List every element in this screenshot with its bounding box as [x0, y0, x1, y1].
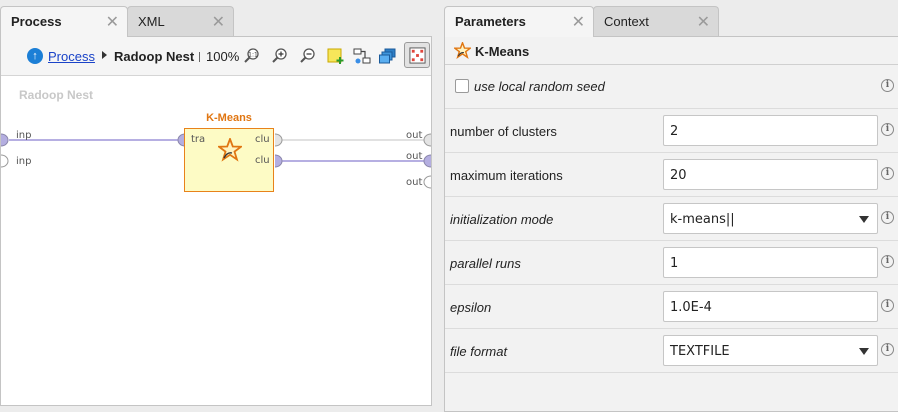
info-icon[interactable]: i: [881, 255, 894, 268]
select-value: TEXTFILE: [670, 344, 730, 359]
param-row-epsilon: epsilon 1.0E-4 i: [445, 285, 898, 329]
process-view: ↑ Process Radoop Nest 100% 1:1 Radoop Ne…: [0, 36, 432, 406]
port-label: out: [406, 130, 423, 141]
output-port[interactable]: [423, 175, 431, 189]
parallel-runs-input[interactable]: 1: [663, 247, 878, 278]
param-label: initialization mode: [450, 212, 554, 227]
info-icon[interactable]: i: [881, 343, 894, 356]
port-label: out: [406, 177, 423, 188]
output-port[interactable]: [423, 133, 431, 147]
tab-xml[interactable]: XML ✕: [127, 6, 234, 36]
add-note-icon[interactable]: [327, 47, 345, 65]
kmeans-star-icon: [454, 42, 471, 59]
connection-layer: [1, 133, 431, 189]
zoom-fit-icon[interactable]: 1:1: [243, 47, 261, 65]
parameters-tabbar: Parameters ✕ Context ✕: [444, 6, 719, 37]
dropdown-arrow-icon: [859, 348, 869, 355]
close-icon[interactable]: ✕: [106, 12, 119, 32]
info-icon[interactable]: i: [881, 299, 894, 312]
port-label: tra: [191, 134, 206, 145]
tab-parameters-label: Parameters: [455, 14, 526, 29]
toolbar-divider: [199, 52, 200, 62]
dropdown-arrow-icon: [859, 216, 869, 223]
port-label: out: [406, 151, 423, 162]
tab-process[interactable]: Process ✕: [0, 6, 128, 37]
maximum-iterations-input[interactable]: 20: [663, 159, 878, 190]
svg-text:1:1: 1:1: [248, 52, 258, 59]
arrange-button[interactable]: [404, 42, 430, 68]
param-row-maximum-iterations: maximum iterations 20 i: [445, 153, 898, 197]
param-row-file-format: file format TEXTFILE i: [445, 329, 898, 373]
close-icon[interactable]: ✕: [572, 12, 585, 32]
info-icon[interactable]: i: [881, 211, 894, 224]
use-local-random-seed-checkbox[interactable]: [455, 79, 469, 93]
param-label: file format: [450, 344, 508, 359]
info-icon[interactable]: i: [881, 167, 894, 180]
epsilon-input[interactable]: 1.0E-4: [663, 291, 878, 322]
parameters-panel: Parameters ✕ Context ✕ K-Means use local…: [444, 6, 898, 412]
param-row-random-seed: use local random seed i: [445, 65, 898, 109]
info-icon[interactable]: i: [881, 123, 894, 136]
initialization-mode-select[interactable]: k-means||: [663, 203, 878, 234]
operator-output-port[interactable]: [274, 154, 283, 168]
port-label: clu: [255, 134, 270, 145]
parameters-body: K-Means use local random seed i number o…: [444, 36, 898, 412]
output-port[interactable]: [423, 154, 431, 168]
port-label: inp: [16, 156, 32, 167]
zoom-level: 100%: [206, 49, 240, 64]
operator-output-port[interactable]: [274, 133, 283, 147]
tab-xml-label: XML: [138, 14, 165, 29]
process-toolbar: ↑ Process Radoop Nest 100% 1:1: [1, 37, 431, 75]
param-label: parallel runs: [450, 256, 521, 271]
operator-name: K-Means: [475, 44, 530, 59]
tab-context-label: Context: [604, 14, 649, 29]
operator-header: K-Means: [445, 37, 898, 65]
param-row-number-of-clusters: number of clusters 2 i: [445, 109, 898, 153]
close-icon[interactable]: ✕: [697, 12, 710, 32]
kmeans-star-icon: [218, 138, 242, 162]
operator-title: K-Means: [206, 112, 252, 124]
tab-process-label: Process: [11, 14, 62, 29]
process-canvas[interactable]: Radoop Nest inp inp out out out: [1, 75, 431, 405]
number-of-clusters-input[interactable]: 2: [663, 115, 878, 146]
info-icon[interactable]: i: [881, 79, 894, 92]
input-port[interactable]: [1, 154, 9, 168]
param-label: use local random seed: [474, 79, 605, 94]
param-label: epsilon: [450, 300, 492, 315]
tab-parameters[interactable]: Parameters ✕: [444, 6, 594, 37]
breadcrumb-separator-icon: [102, 51, 107, 59]
arrange-icon: [409, 47, 426, 64]
auto-wire-icon[interactable]: [353, 47, 371, 65]
close-icon[interactable]: ✕: [212, 12, 225, 32]
tab-context[interactable]: Context ✕: [593, 6, 719, 36]
port-label: inp: [16, 130, 32, 141]
param-row-parallel-runs: parallel runs 1 i: [445, 241, 898, 285]
breadcrumb-current: Radoop Nest: [114, 49, 195, 64]
param-row-initialization-mode: initialization mode k-means|| i: [445, 197, 898, 241]
zoom-out-icon[interactable]: [299, 47, 317, 65]
param-label: number of clusters: [450, 124, 557, 139]
operator-kmeans[interactable]: tra clu clu: [184, 128, 274, 192]
select-value: k-means||: [670, 212, 735, 227]
layers-icon[interactable]: [379, 47, 397, 65]
input-port[interactable]: [1, 133, 9, 147]
process-panel: Process ✕ XML ✕ ↑ Process Radoop Nest 10…: [0, 6, 434, 406]
param-label: maximum iterations: [450, 168, 563, 183]
up-arrow-icon[interactable]: ↑: [27, 48, 43, 64]
file-format-select[interactable]: TEXTFILE: [663, 335, 878, 366]
breadcrumb-process-link[interactable]: Process: [48, 49, 95, 64]
process-tabbar: Process ✕ XML ✕: [0, 6, 234, 37]
port-label: clu: [255, 155, 270, 166]
zoom-in-icon[interactable]: [271, 47, 289, 65]
